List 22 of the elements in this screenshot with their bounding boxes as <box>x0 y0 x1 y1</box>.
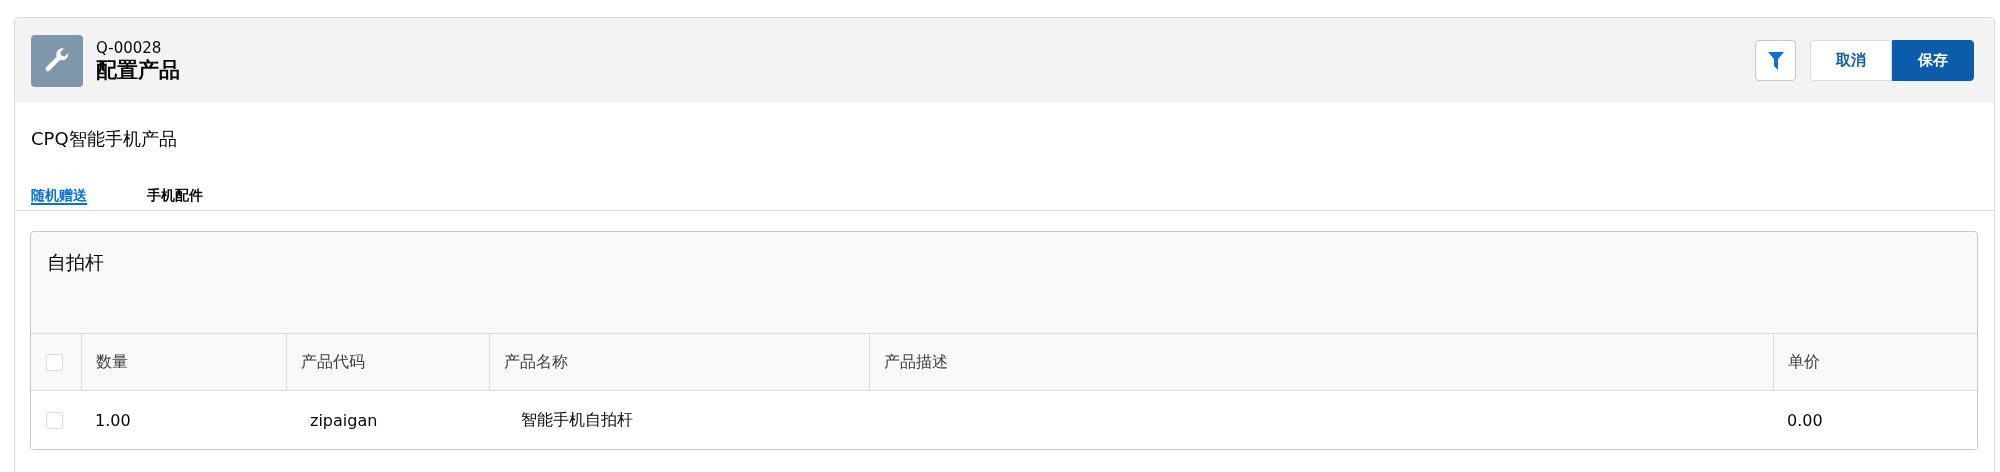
column-header: 产品描述 <box>884 351 948 373</box>
save-button[interactable]: 保存 <box>1892 40 1974 81</box>
tab[interactable]: 随机赠送 <box>31 187 87 205</box>
table-cell-text: 1.00 <box>94 410 131 430</box>
table-cell-text: zipaigan <box>309 410 378 430</box>
row-checkbox[interactable] <box>46 411 63 429</box>
column-header: 产品代码 <box>301 351 365 373</box>
column-header: 单价 <box>1788 351 1820 373</box>
record-number: Q-00028 <box>96 38 163 57</box>
table-cell-text: 0.00 <box>1786 410 1823 430</box>
wrench-icon <box>31 34 83 87</box>
section-title: 自拍杆 <box>47 251 104 273</box>
column-header: 产品名称 <box>504 351 568 373</box>
table-cell-text: 智能手机自拍杆 <box>520 409 633 431</box>
filter-button[interactable] <box>1755 40 1796 81</box>
cancel-button[interactable]: 取消 <box>1810 40 1892 81</box>
tab[interactable]: 手机配件 <box>147 187 203 205</box>
filter-icon <box>1767 51 1784 70</box>
bundle-name: CPQ智能手机产品 <box>31 128 177 149</box>
column-header: 数量 <box>96 351 128 373</box>
page-title: 配置产品 <box>96 56 181 83</box>
select-all-checkbox[interactable] <box>46 353 63 371</box>
